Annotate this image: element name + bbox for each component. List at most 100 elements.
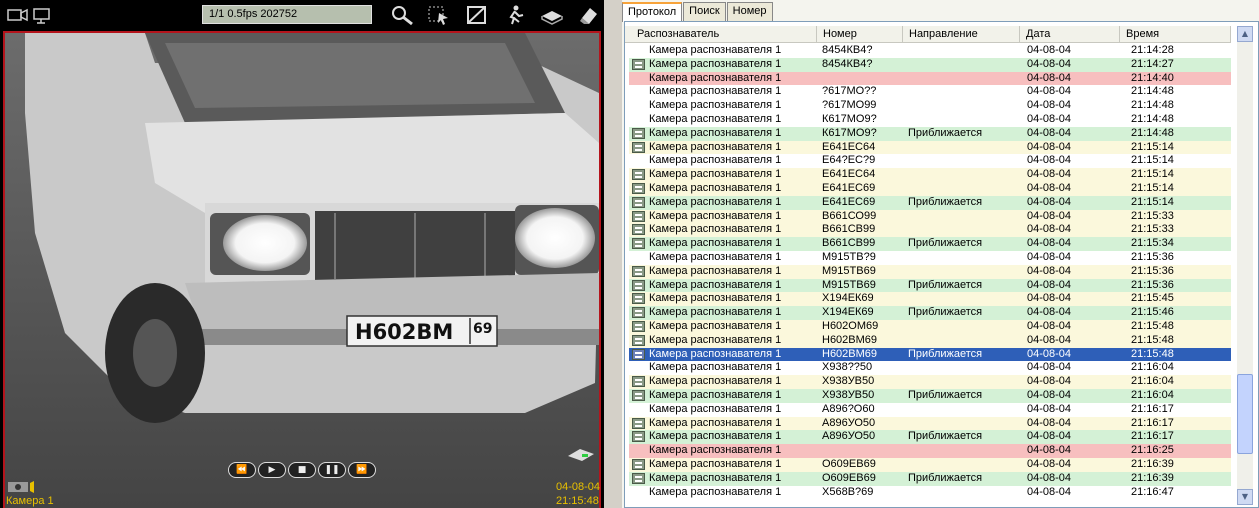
cell-time: 21:15:14 — [1131, 154, 1174, 167]
cell-number: А896УО50 — [822, 416, 876, 429]
table-row[interactable]: Камера распознавателя 1 А896УО50 Приближае… — [629, 430, 1231, 445]
cell-time: 21:16:04 — [1131, 375, 1174, 388]
cell-date: 04-08-04 — [1027, 237, 1072, 250]
scroll-thumb[interactable] — [1237, 374, 1253, 454]
cell-number: К617МО9? — [822, 112, 877, 125]
table-row[interactable]: Камера распознавателя 1 04-08-04 21:16:25 — [629, 444, 1231, 458]
table-row[interactable]: Камера распознавателя 1 М915ТВ?9 04-08-04 2… — [629, 250, 1231, 265]
column-direction[interactable]: Направление — [903, 26, 1020, 43]
cell-number: Х568В?69 — [822, 485, 874, 498]
table-row[interactable]: Камера распознавателя 1 Х938??50 04-08-04 2… — [629, 361, 1231, 376]
cell-date: 04-08-04 — [1027, 181, 1072, 194]
table-row[interactable]: Камера распознавателя 1 Х938УВ50 04-08-04 2… — [629, 375, 1231, 389]
cell-date: 04-08-04 — [1027, 333, 1072, 346]
monitor-icon[interactable] — [32, 4, 52, 26]
frame-record-icon — [632, 169, 645, 181]
table-row[interactable]: Камера распознавателя 1 04-08-04 21:14:40 — [629, 71, 1231, 86]
frame-record-icon — [632, 320, 645, 332]
frame-record-icon — [632, 431, 645, 443]
cell-date: 04-08-04 — [1027, 361, 1072, 374]
speaker-icon[interactable] — [8, 480, 36, 493]
table-row[interactable]: Камера распознавателя 1 О609ЕВ69 Приближае… — [629, 471, 1231, 486]
table-row[interactable]: Камера распознавателя 1 Н602ВМ69 04-08-04 2… — [629, 333, 1231, 348]
cell-date: 04-08-04 — [1027, 168, 1072, 181]
camera-view[interactable]: Н602ВМ 69 — [3, 31, 601, 508]
table-row[interactable]: Камера распознавателя 1 ?617МО99 04-08-04 2… — [629, 99, 1231, 113]
cell-recognizer: Камера распознавателя 1 — [649, 195, 782, 208]
panel-splitter[interactable] — [604, 0, 622, 508]
print-icon[interactable] — [538, 4, 566, 26]
table-row[interactable]: Камера распознавателя 1 Х938УВ50 Приближае… — [629, 388, 1231, 403]
table-row[interactable]: Камера распознавателя 1 М915ТВ69 04-08-04 2… — [629, 264, 1231, 279]
play-button[interactable]: ▶ — [258, 462, 286, 478]
table-row[interactable]: Камера распознавателя 1 К617МО9? 04-08-04 2… — [629, 112, 1231, 127]
scroll-up-button[interactable]: ▲ — [1237, 26, 1253, 42]
cell-recognizer: Камера распознавателя 1 — [649, 430, 782, 443]
cell-date: 04-08-04 — [1027, 112, 1072, 125]
cell-recognizer: Камера распознавателя 1 — [649, 375, 782, 388]
cell-date: 04-08-04 — [1027, 57, 1072, 70]
table-row[interactable]: Камера распознавателя 1 О609ЕВ69 04-08-04 2… — [629, 457, 1231, 472]
select-region-icon[interactable] — [426, 4, 452, 26]
column-date[interactable]: Дата — [1020, 26, 1120, 43]
cell-date: 04-08-04 — [1027, 485, 1072, 498]
cell-recognizer: Камера распознавателя 1 — [649, 71, 782, 84]
cell-time: 21:14:48 — [1131, 85, 1174, 98]
table-row[interactable]: Камера распознавателя 1 В661СО99 04-08-04 2… — [629, 209, 1231, 224]
table-row[interactable]: Камера распознавателя 1 8454КВ4? 04-08-04 2… — [629, 44, 1231, 58]
monitor-status-icon[interactable] — [566, 446, 596, 462]
cell-number: Е64?ЕС?9 — [822, 154, 876, 167]
table-row[interactable]: Камера распознавателя 1 Х194ЕК69 04-08-04 2… — [629, 292, 1231, 307]
fast-forward-button[interactable]: ⏩ — [348, 462, 376, 478]
table-row[interactable]: Камера распознавателя 1 М915ТВ69 Приближае… — [629, 278, 1231, 293]
column-time[interactable]: Время — [1120, 26, 1231, 43]
cell-time: 21:16:17 — [1131, 402, 1174, 415]
tab-search[interactable]: Поиск — [683, 2, 726, 21]
table-row[interactable]: Камера распознавателя 1 Х194ЕК69 Приближае… — [629, 306, 1231, 320]
vertical-scrollbar[interactable]: ▲ ▼ — [1237, 26, 1253, 505]
pause-button[interactable]: ❚❚ — [318, 462, 346, 478]
table-row[interactable]: Камера распознавателя 1 Е641ЕС64 04-08-04 2… — [629, 140, 1231, 155]
camera-icon[interactable] — [6, 4, 30, 26]
tab-number[interactable]: Номер — [726, 2, 773, 21]
frame-icon[interactable] — [464, 4, 490, 26]
cell-recognizer: Камера распознавателя 1 — [649, 471, 782, 484]
table-row[interactable]: Камера распознавателя 1 А896УО50 04-08-04 2… — [629, 416, 1231, 431]
frame-record-icon — [632, 334, 645, 346]
zoom-icon[interactable] — [388, 4, 416, 26]
table-row[interactable]: Камера распознавателя 1 Е641ЕС69 Приближае… — [629, 195, 1231, 210]
stop-button[interactable]: ■ — [288, 462, 316, 478]
table-row[interactable]: Камера распознавателя 1 В661СВ99 04-08-04 2… — [629, 223, 1231, 238]
table-row[interactable]: Камера распознавателя 1 А896?О60 04-08-04 2… — [629, 402, 1231, 417]
column-recognizer[interactable]: Распознаватель — [629, 26, 817, 43]
cell-direction: Приближается — [908, 430, 983, 443]
cell-recognizer: Камера распознавателя 1 — [649, 57, 782, 70]
rewind-button[interactable]: ⏪ — [228, 462, 256, 478]
table-row[interactable]: Камера распознавателя 1 Е641ЕС64 04-08-04 2… — [629, 168, 1231, 182]
cell-recognizer: Камера распознавателя 1 — [649, 457, 782, 470]
eraser-icon[interactable] — [576, 4, 600, 26]
table-row[interactable]: Камера распознавателя 1 К617МО9? Приближае… — [629, 126, 1231, 141]
cell-time: 21:14:28 — [1131, 44, 1174, 56]
scroll-down-button[interactable]: ▼ — [1237, 489, 1253, 505]
tab-protocol[interactable]: Протокол — [622, 2, 683, 22]
table-row[interactable]: Камера распознавателя 1 Е641ЕС69 04-08-04 2… — [629, 181, 1231, 196]
cell-number: В661СВ99 — [822, 223, 876, 236]
table-row[interactable]: Камера распознавателя 1 Х568В?69 04-08-04 2… — [629, 485, 1231, 500]
motion-icon[interactable] — [502, 4, 528, 26]
cell-recognizer: Камера распознавателя 1 — [649, 264, 782, 277]
table-row[interactable]: Камера распознавателя 1 ?617МО?? 04-08-04 2… — [629, 85, 1231, 100]
table-row[interactable]: Камера распознавателя 1 Е64?ЕС?9 04-08-04 2… — [629, 154, 1231, 169]
table-row[interactable]: Камера распознавателя 1 Н602ОМ69 04-08-04 2… — [629, 319, 1231, 334]
cell-time: 21:14:48 — [1131, 112, 1174, 125]
table-row[interactable]: Камера распознавателя 1 8454КВ4? 04-08-04 2… — [629, 57, 1231, 72]
cell-number: Н602ОМ69 — [822, 319, 879, 332]
cell-date: 04-08-04 — [1027, 154, 1072, 167]
cell-number: В661СВ99 — [822, 237, 876, 250]
table-row-selected[interactable]: Камера распознавателя 1 Н602ВМ69 Приближае… — [629, 347, 1231, 362]
frame-record-icon — [632, 389, 645, 401]
table-row[interactable]: Камера распознавателя 1 В661СВ99 Приближае… — [629, 237, 1231, 251]
column-number[interactable]: Номер — [817, 26, 903, 43]
plate-text: Н602ВМ — [355, 320, 453, 344]
cell-time: 21:16:17 — [1131, 430, 1174, 443]
